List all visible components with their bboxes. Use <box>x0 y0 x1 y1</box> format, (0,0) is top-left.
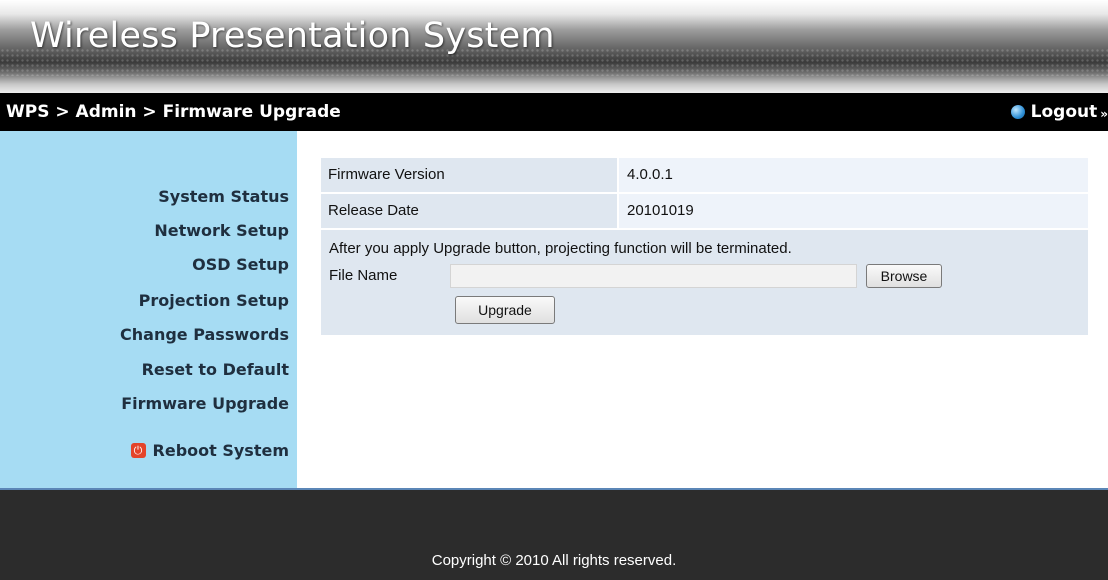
file-name-label: File Name <box>329 267 398 284</box>
page: Wireless Presentation System WPS > Admin… <box>0 0 1108 580</box>
breadcrumb: WPS > Admin > Firmware Upgrade <box>6 102 341 122</box>
firmware-info-table: Firmware Version 4.0.0.1 Release Date 20… <box>321 158 1088 230</box>
power-icon: ⏻ <box>130 443 146 458</box>
file-name-input[interactable] <box>450 264 857 288</box>
sidebar-item-change-passwords[interactable]: Change Passwords <box>120 325 289 344</box>
firmware-version-value: 4.0.0.1 <box>619 158 1088 192</box>
logout-label: Logout <box>1030 102 1098 122</box>
table-row: Release Date 20101019 <box>321 194 1088 228</box>
browse-button[interactable]: Browse <box>866 264 942 288</box>
release-date-value: 20101019 <box>619 194 1088 228</box>
footer: Copyright © 2010 All rights reserved. <box>0 490 1108 580</box>
firmware-version-label: Firmware Version <box>321 158 617 192</box>
sidebar-item-reset-to-default[interactable]: Reset to Default <box>142 360 289 379</box>
sidebar-item-system-status[interactable]: System Status <box>158 187 289 206</box>
breadcrumb-bar: WPS > Admin > Firmware Upgrade Logout » <box>0 93 1108 131</box>
logout-link[interactable]: Logout » <box>1010 93 1108 131</box>
app-title: Wireless Presentation System <box>30 16 555 56</box>
sidebar-item-network-setup[interactable]: Network Setup <box>154 221 289 240</box>
reboot-label: Reboot System <box>152 441 289 460</box>
upgrade-panel: After you apply Upgrade button, projecti… <box>321 230 1088 335</box>
copyright-text: Copyright © 2010 All rights reserved. <box>431 552 677 569</box>
sidebar-item-firmware-upgrade[interactable]: Firmware Upgrade <box>121 394 289 413</box>
globe-icon <box>1010 105 1025 119</box>
sidebar-item-projection-setup[interactable]: Projection Setup <box>139 291 289 310</box>
table-row: Firmware Version 4.0.0.1 <box>321 158 1088 192</box>
sidebar-item-osd-setup[interactable]: OSD Setup <box>192 255 289 274</box>
main-content: Firmware Version 4.0.0.1 Release Date 20… <box>297 131 1108 488</box>
double-chevron-icon: » <box>1100 107 1108 121</box>
reboot-system-link[interactable]: ⏻ Reboot System <box>130 441 289 460</box>
header-banner: Wireless Presentation System <box>0 0 1108 93</box>
sidebar: System Status Network Setup OSD Setup Pr… <box>0 131 297 488</box>
upgrade-button[interactable]: Upgrade <box>455 296 555 324</box>
release-date-label: Release Date <box>321 194 617 228</box>
upgrade-warning: After you apply Upgrade button, projecti… <box>329 240 792 257</box>
